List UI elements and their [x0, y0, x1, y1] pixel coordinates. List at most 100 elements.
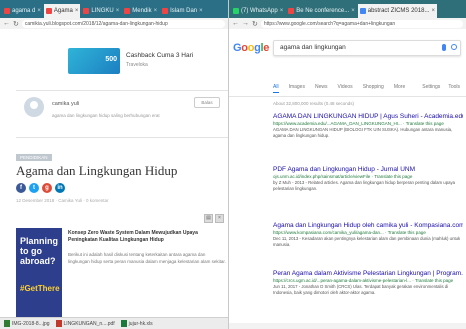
close-icon[interactable]: × [215, 214, 224, 223]
tab-whatsapp[interactable]: (7) WhatsApp × [231, 4, 285, 18]
download-label: LINGKUNGAN_n....pdf [63, 320, 115, 327]
post-tools: ▤ × [204, 214, 224, 223]
forward-arrow-icon[interactable]: → [242, 20, 249, 27]
tab-label: Mendik [132, 8, 152, 14]
print-icon[interactable]: ▤ [204, 214, 213, 223]
reload-icon[interactable]: ↻ [13, 20, 19, 28]
result-url[interactable]: ojs.unm.ac.id/index.php/sainsmat/article… [273, 174, 463, 179]
sheet-file-icon [120, 320, 127, 327]
settings-link[interactable]: Settings [422, 84, 440, 90]
close-icon[interactable]: × [154, 8, 158, 14]
result-url[interactable]: https://www.academia.edu/...AGAMA_DAN_LI… [273, 121, 463, 126]
ad-image: 500 [68, 48, 120, 74]
url-field[interactable]: https://www.google.com/search?q=agama+da… [260, 19, 463, 28]
download-label: jujur-hk.xls [128, 320, 153, 327]
google-icon [359, 8, 366, 14]
result-url[interactable]: https://www.kompasiana.com/camika_yuli/a… [273, 230, 463, 235]
divider [229, 96, 466, 97]
right-tab-bar: (7) WhatsApp × Be Ne conference... × abstr… [229, 0, 466, 18]
download-item[interactable]: jujur-hk.xls [120, 320, 153, 327]
left-address-bar: ← ↻ camikia.yuli.blogspot.com/2018/12/ag… [0, 18, 228, 29]
favicon-icon [45, 8, 52, 14]
result-title[interactable]: Agama dan Lingkungan Hidup oleh camika y… [273, 222, 463, 229]
reply-button[interactable]: Balas [194, 97, 220, 108]
twitter-icon[interactable]: t [29, 183, 39, 193]
reload-icon[interactable]: ↻ [252, 20, 258, 28]
favicon-icon [83, 8, 90, 14]
tab-label: Islam Dan [170, 8, 198, 14]
category-tag[interactable]: PENDIDIKAN [16, 154, 52, 161]
result-snippet: by Z Muh - 2013 - Related articles. Agam… [273, 180, 456, 191]
search-tabs: All Images News Videos Shopping More [273, 84, 405, 93]
ad-badge: 500 [105, 56, 117, 63]
comment-box: camika yuli agama dan lingkungan hidup s… [16, 90, 228, 138]
promo-hashtag: #GetThere [20, 284, 60, 293]
commenter-name[interactable]: camika yuli [52, 101, 79, 107]
tab-conference[interactable]: Be Ne conference... × [286, 4, 357, 18]
bottom-strip [229, 323, 466, 329]
tools-link[interactable]: Tools [448, 84, 460, 90]
tab-shopping[interactable]: Shopping [363, 84, 384, 93]
tab-mendik[interactable]: Mendik × [122, 4, 159, 18]
tab-lingku[interactable]: LINGKU × [81, 4, 121, 18]
back-arrow-icon[interactable]: ← [3, 20, 10, 27]
promo-text: Planning to go abroad? [20, 236, 58, 266]
tab-more[interactable]: More [394, 84, 405, 93]
close-icon[interactable]: × [431, 8, 435, 14]
tab-label: agama d [12, 8, 36, 14]
linkedin-icon[interactable]: in [55, 183, 65, 193]
tab-news[interactable]: News [315, 84, 328, 93]
search-result: PDF Agama dan Lingkungan Hidup - Jurnal … [273, 166, 463, 192]
result-url[interactable]: https://crcs.ugm.ac.id/...peran-agama-da… [273, 278, 463, 283]
tab-agama-d[interactable]: agama d × [2, 4, 43, 18]
tab-label: Agama [53, 8, 73, 14]
close-icon[interactable]: × [37, 8, 41, 14]
result-title[interactable]: Peran Agama dalam Aktivisme Pelestarian … [273, 270, 463, 277]
download-item[interactable]: IMG-2018-8...jpg [4, 320, 50, 327]
close-icon[interactable]: × [199, 8, 203, 14]
tab-videos[interactable]: Videos [337, 84, 352, 93]
google-logo[interactable]: Google [233, 42, 269, 54]
image-file-icon [4, 320, 10, 327]
tab-google-active[interactable]: abstract ZICMS 2018... × [357, 4, 437, 18]
tab-islam[interactable]: Islam Dan × [160, 4, 205, 18]
avatar [24, 97, 44, 117]
tab-agama-active[interactable]: Agama × [43, 4, 81, 18]
whatsapp-icon [233, 8, 239, 14]
promo-banner[interactable]: Planning to go abroad? #GetThere [16, 228, 62, 323]
related-post-title[interactable]: Konsep Zero Waste System Dalam Mewujudka… [68, 230, 226, 243]
search-settings: Settings Tools [422, 84, 460, 90]
favicon-icon [4, 8, 10, 14]
logo-letter: e [263, 42, 270, 54]
result-title[interactable]: AGAMA DAN LINGKUNGAN HIDUP | Agus Suheri… [273, 113, 463, 120]
search-icon[interactable] [451, 44, 457, 50]
search-box[interactable]: agama dan lingkungan [273, 40, 461, 56]
tab-all[interactable]: All [273, 84, 279, 93]
search-input[interactable]: agama dan lingkungan [280, 44, 346, 51]
facebook-icon[interactable]: f [16, 183, 26, 193]
url-field[interactable]: camikia.yuli.blogspot.com/2018/12/agama-… [21, 19, 225, 28]
close-icon[interactable]: × [116, 8, 120, 14]
result-stats: About 32,800,000 results (0.48 seconds) [273, 101, 355, 106]
download-item[interactable]: LINGKUNGAN_n....pdf [55, 320, 115, 327]
result-snippet: AGAMA DAN LINGKUNGAN HIDUP (BIOLOGI FTK … [273, 127, 453, 138]
googleplus-icon[interactable]: g [42, 183, 52, 193]
favicon-icon [288, 8, 295, 14]
tab-label: Be Ne conference... [296, 8, 350, 14]
search-result: Peran Agama dalam Aktivisme Pelestarian … [273, 270, 463, 296]
tab-images[interactable]: Images [289, 84, 305, 93]
post-title: Agama dan Lingkungan Hidup [16, 163, 178, 178]
mic-icon[interactable] [442, 44, 446, 51]
close-icon[interactable]: × [75, 8, 79, 14]
tab-label: abstract ZICMS 2018... [367, 8, 430, 14]
google-header: Google agama dan lingkungan [229, 30, 466, 64]
close-icon[interactable]: × [351, 8, 355, 14]
back-arrow-icon[interactable]: ← [232, 20, 239, 27]
result-snippet: Jun 11, 2017 - Jonathan D Smith (CRCS) U… [273, 284, 449, 295]
ad-banner[interactable]: 500 Cashback Cuma 3 Hari Traveloka [68, 48, 208, 74]
left-tab-bar: agama d × Agama × LINGKU × Mendik × Islam Da… [0, 0, 228, 18]
close-icon[interactable]: × [280, 8, 284, 14]
search-result: AGAMA DAN LINGKUNGAN HIDUP | Agus Suheri… [273, 113, 463, 139]
ad-title: Cashback Cuma 3 Hari [126, 52, 194, 59]
result-title[interactable]: PDF Agama dan Lingkungan Hidup - Jurnal … [273, 166, 463, 173]
